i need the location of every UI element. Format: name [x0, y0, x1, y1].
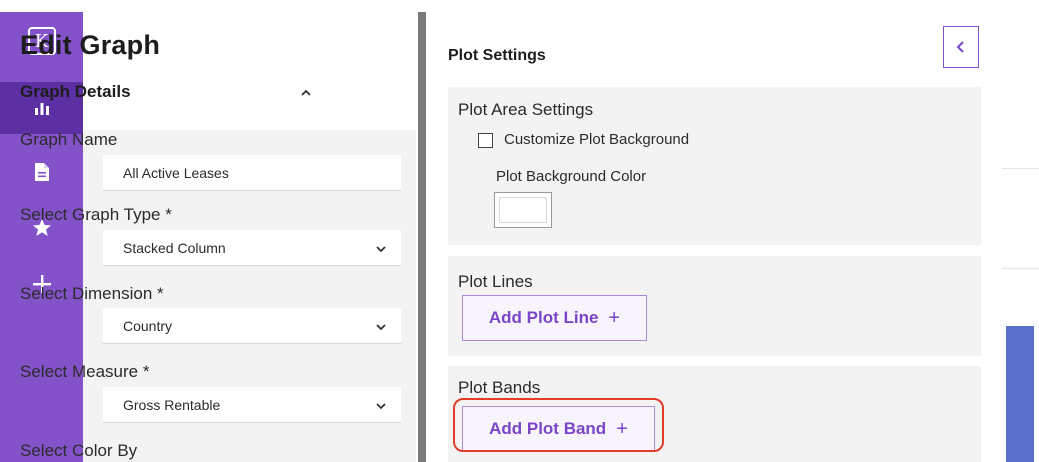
- graph-name-value: All Active Leases: [123, 165, 229, 181]
- customize-background-checkbox[interactable]: [478, 133, 493, 148]
- customize-background-label[interactable]: Customize Plot Background: [504, 131, 689, 148]
- panel-resize-handle[interactable]: [418, 12, 426, 462]
- color-swatch: [499, 197, 547, 223]
- plus-icon: +: [608, 306, 621, 329]
- plot-lines-title: Plot Lines: [458, 272, 533, 291]
- graph-type-label: Select Graph Type *: [20, 205, 172, 224]
- graph-details-header[interactable]: [83, 80, 416, 130]
- graph-name-label: Graph Name: [20, 130, 118, 149]
- plot-settings-title: Plot Settings: [448, 47, 546, 64]
- add-plot-band-label: Add Plot Band: [489, 419, 607, 438]
- graph-details-title: Graph Details: [20, 82, 131, 101]
- measure-label: Select Measure *: [20, 362, 150, 381]
- collapse-panel-button[interactable]: [943, 26, 979, 68]
- chevron-down-icon: [376, 403, 386, 410]
- bar-chart-icon: [34, 103, 49, 115]
- dimension-label: Select Dimension *: [20, 284, 164, 303]
- background-color-label: Plot Background Color: [496, 168, 647, 185]
- plot-bands-title: Plot Bands: [458, 378, 541, 397]
- chart-gridline: [1002, 268, 1039, 269]
- chevron-down-icon: [376, 246, 386, 253]
- graph-name-input[interactable]: All Active Leases: [103, 155, 401, 191]
- sidebar: K: [0, 12, 83, 462]
- chevron-up-icon[interactable]: [297, 84, 315, 102]
- chevron-left-icon: [956, 41, 964, 53]
- app-window: K Edit Graph Graph Details Graph Name Al…: [0, 0, 1039, 462]
- graph-type-select[interactable]: Stacked Column: [103, 230, 401, 266]
- add-plot-band-button[interactable]: Add Plot Band +: [462, 406, 655, 452]
- graph-type-value: Stacked Column: [123, 240, 226, 256]
- dimension-select[interactable]: Country: [103, 308, 401, 344]
- page-title: Edit Graph: [20, 30, 161, 60]
- add-plot-line-button[interactable]: Add Plot Line +: [462, 295, 647, 341]
- sidebar-item-documents[interactable]: [0, 146, 83, 198]
- dimension-value: Country: [123, 318, 173, 334]
- chart-gridline: [1002, 168, 1039, 169]
- plot-area-settings-title: Plot Area Settings: [458, 100, 594, 119]
- measure-value: Gross Rentable: [123, 397, 221, 413]
- chevron-down-icon: [376, 324, 386, 331]
- measure-select[interactable]: Gross Rentable: [103, 387, 401, 423]
- chart-bar: [1006, 326, 1034, 462]
- color-by-label: Select Color By: [20, 441, 138, 460]
- plus-icon: +: [616, 417, 628, 440]
- add-plot-line-label: Add Plot Line: [488, 308, 599, 327]
- background-color-picker[interactable]: [494, 192, 552, 228]
- document-icon: [34, 163, 49, 181]
